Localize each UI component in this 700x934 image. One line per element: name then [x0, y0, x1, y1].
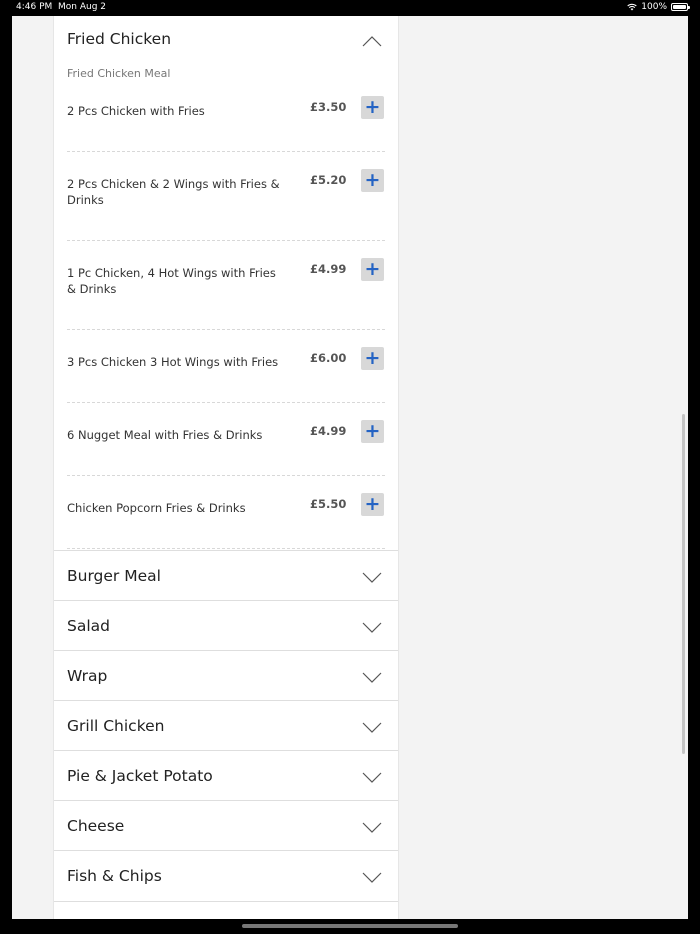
category-row-pie-jacket-potato[interactable]: Pie & Jacket Potato: [54, 750, 398, 800]
add-item-button[interactable]: +: [361, 258, 384, 281]
category-row-fish-chips[interactable]: Fish & Chips: [54, 850, 398, 900]
chevron-down-icon: [362, 672, 382, 683]
category-row-partial[interactable]: [54, 901, 398, 919]
item-divider: [67, 548, 385, 549]
add-item-button[interactable]: +: [361, 493, 384, 516]
status-time: 4:46 PM Mon Aug 2: [16, 2, 106, 12]
item-name: Chicken Popcorn Fries & Drinks: [67, 501, 246, 515]
battery-percent: 100%: [641, 2, 667, 12]
section-header-fried-chicken[interactable]: Fried Chicken: [54, 16, 398, 66]
category-row-wrap[interactable]: Wrap: [54, 650, 398, 700]
item-name: 3 Pcs Chicken 3 Hot Wings with Fries: [67, 355, 279, 369]
category-row-grill-chicken[interactable]: Grill Chicken: [54, 700, 398, 750]
chevron-down-icon: [362, 572, 382, 583]
chevron-down-icon: [362, 872, 382, 883]
item-divider: [67, 240, 385, 241]
add-item-button[interactable]: +: [361, 420, 384, 443]
add-item-button[interactable]: +: [361, 347, 384, 370]
status-right: 100%: [627, 2, 690, 12]
item-divider: [67, 475, 385, 476]
item-name: 1 Pc Chicken, 4 Hot Wings with Fries & D…: [67, 266, 276, 296]
item-price: £5.20: [310, 173, 347, 187]
category-title: Pie & Jacket Potato: [67, 767, 213, 785]
chevron-up-icon[interactable]: [362, 35, 382, 47]
menu-panel: Fried Chicken Fried Chicken Meal 2 Pcs C…: [53, 16, 399, 919]
item-divider: [67, 329, 385, 330]
section-subheading: Fried Chicken Meal: [67, 67, 171, 80]
chevron-down-icon: [362, 722, 382, 733]
add-item-button[interactable]: +: [361, 169, 384, 192]
scrollbar[interactable]: [682, 414, 685, 754]
wifi-icon: [627, 3, 637, 11]
add-item-button[interactable]: +: [361, 96, 384, 119]
home-indicator[interactable]: [242, 924, 458, 928]
status-bar: 4:46 PM Mon Aug 2 100%: [0, 0, 700, 16]
category-title: Burger Meal: [67, 567, 161, 585]
item-divider: [67, 151, 385, 152]
item-price: £5.50: [310, 497, 347, 511]
app-screen: Fried Chicken Fried Chicken Meal 2 Pcs C…: [12, 16, 688, 919]
item-name: 2 Pcs Chicken & 2 Wings with Fries & Dri…: [67, 177, 280, 207]
category-title: Wrap: [67, 667, 108, 685]
item-price: £4.99: [310, 424, 347, 438]
chevron-down-icon: [362, 822, 382, 833]
category-title: Fish & Chips: [67, 867, 162, 885]
battery-icon: [671, 3, 690, 11]
section-title: Fried Chicken: [67, 30, 172, 48]
category-row-burger-meal[interactable]: Burger Meal: [54, 550, 398, 600]
category-title: Cheese: [67, 817, 125, 835]
item-price: £6.00: [310, 351, 347, 365]
item-name: 6 Nugget Meal with Fries & Drinks: [67, 428, 263, 442]
category-title: Salad: [67, 617, 110, 635]
item-name: 2 Pcs Chicken with Fries: [67, 104, 205, 118]
item-price: £4.99: [310, 262, 347, 276]
item-divider: [67, 402, 385, 403]
category-row-salad[interactable]: Salad: [54, 600, 398, 650]
chevron-down-icon: [362, 622, 382, 633]
chevron-down-icon: [362, 772, 382, 783]
category-title: Grill Chicken: [67, 717, 165, 735]
category-row-cheese[interactable]: Cheese: [54, 800, 398, 850]
item-price: £3.50: [310, 100, 347, 114]
